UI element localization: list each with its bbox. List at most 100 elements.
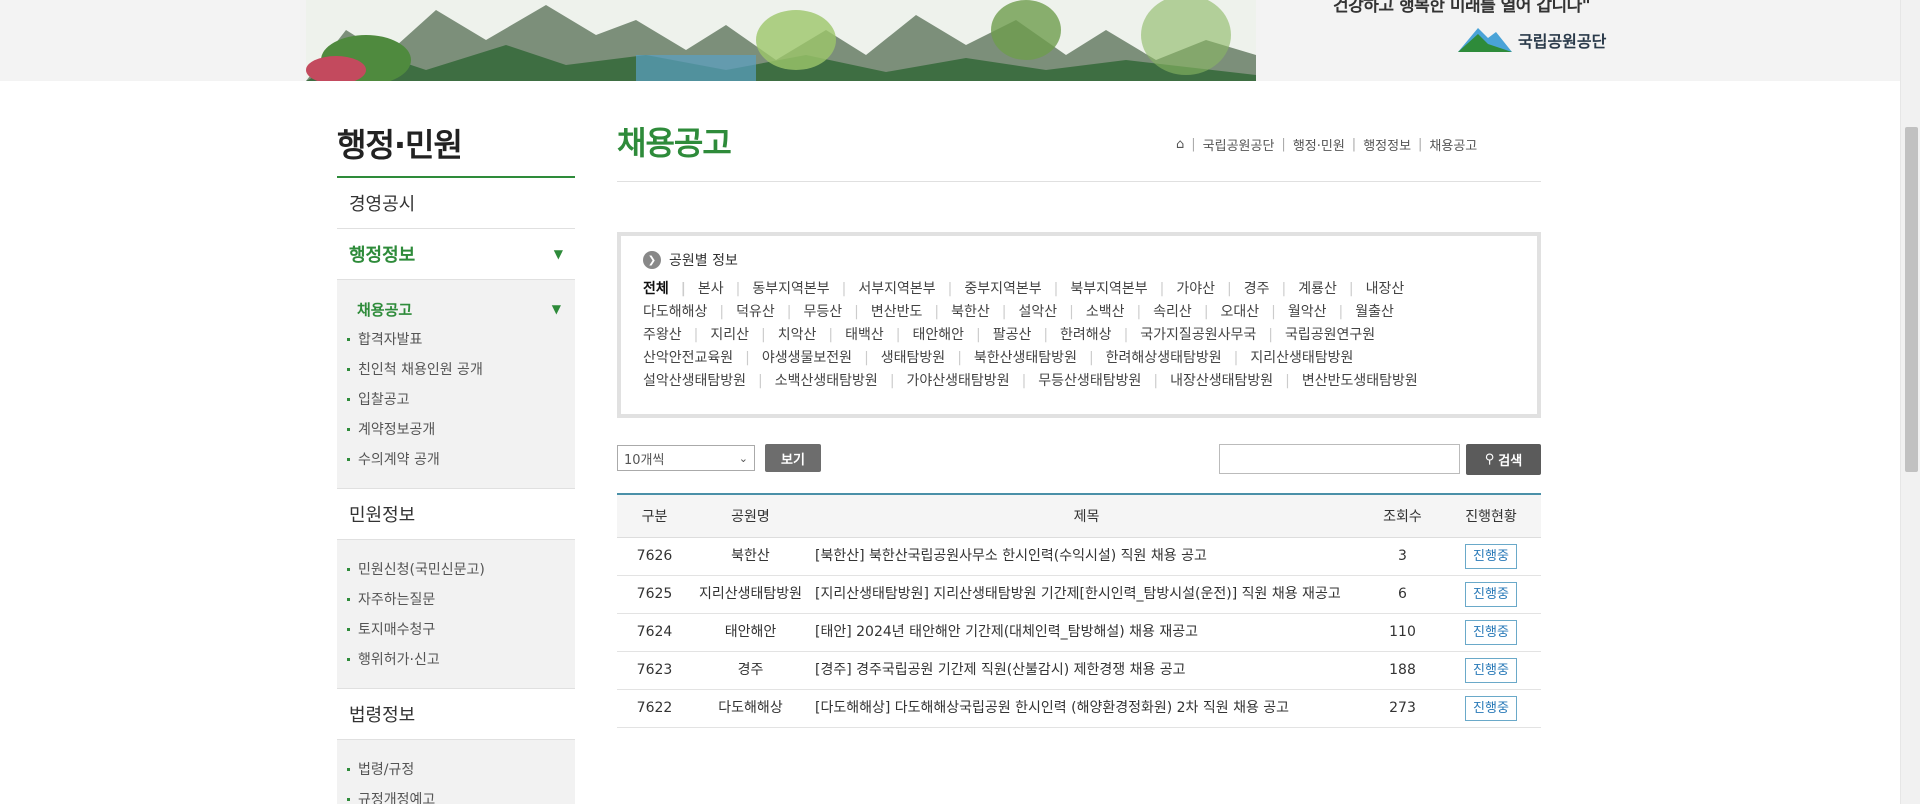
park-filter-item[interactable]: 한려해상: [1060, 324, 1140, 347]
park-filter-item[interactable]: 국가지질공원사무국: [1140, 324, 1285, 347]
sidebar-subitem[interactable]: 합격자발표: [337, 324, 575, 354]
posting-title-link[interactable]: [경주] 경주국립공원 기간제 직원(산불감시) 제한경쟁 채용 공고: [809, 651, 1364, 690]
status-cell: 진행중: [1441, 537, 1541, 576]
sidebar-subitem[interactable]: 입찰공고: [337, 384, 575, 414]
posting-number: 7626: [617, 537, 692, 576]
header-slogan: 건강하고 행복한 미래를 열어 갑니다": [1333, 0, 1591, 16]
park-filter-item[interactable]: 국립공원연구원: [1285, 324, 1375, 347]
sidebar-item-label: 민원정보: [349, 505, 416, 526]
park-filter-item[interactable]: 치악산: [778, 324, 845, 347]
park-filter-item[interactable]: 지리산: [710, 324, 777, 347]
home-icon[interactable]: ⌂: [1176, 137, 1184, 152]
logo[interactable]: 국립공원공단: [1456, 22, 1606, 58]
bullet-icon: [347, 597, 350, 601]
park-filter-item[interactable]: 서부지역본부: [858, 278, 964, 301]
park-filter-item[interactable]: 가야산생태탐방원: [907, 370, 1039, 393]
breadcrumb-item[interactable]: 채용공고: [1429, 135, 1477, 154]
scrollbar-thumb[interactable]: [1905, 127, 1918, 472]
search-icon: ⚲: [1484, 452, 1495, 467]
status-badge: 진행중: [1465, 543, 1517, 569]
park-name: 북한산: [692, 537, 809, 576]
status-cell: 진행중: [1441, 651, 1541, 690]
park-filter-item[interactable]: 오대산: [1221, 301, 1288, 324]
park-filter-item[interactable]: 월악산: [1288, 301, 1355, 324]
sidebar-subitem[interactable]: 자주하는질문: [337, 584, 575, 614]
breadcrumb-item[interactable]: 국립공원공단: [1203, 135, 1275, 154]
sidebar-subitem[interactable]: 민원신청(국민신문고): [337, 554, 575, 584]
breadcrumb-item[interactable]: 행정·민원: [1293, 135, 1345, 154]
park-filter-item[interactable]: 계룡산: [1298, 278, 1365, 301]
sidebar-item-admin[interactable]: 행정정보 ▼: [337, 229, 575, 280]
sidebar-subitem[interactable]: 수의계약 공개: [337, 444, 575, 474]
table-row[interactable]: 7625 지리산생태탐방원 [지리산생태탐방원] 지리산생태탐방원 기간제[한시인력…: [617, 575, 1541, 614]
table-row[interactable]: 7622 다도해해상 [다도해해상] 다도해해상국립공원 한시인력 (해양환경정화원…: [617, 689, 1541, 728]
table-row[interactable]: 7623 경주 [경주] 경주국립공원 기간제 직원(산불감시) 제한경쟁 채용 공…: [617, 651, 1541, 690]
park-filter-item[interactable]: 한려해상생태탐방원: [1106, 347, 1251, 370]
park-filter-item[interactable]: 지리산생태탐방원: [1250, 347, 1353, 370]
park-filter-item[interactable]: 태백산: [845, 324, 912, 347]
sidebar-subitem-label: 민원신청(국민신문고): [358, 562, 485, 578]
sidebar-item-civil[interactable]: 민원정보: [337, 489, 575, 540]
park-filter-item[interactable]: 북부지역본부: [1070, 278, 1176, 301]
sidebar-subitem[interactable]: 행위허가·신고: [337, 644, 575, 674]
park-filter-item[interactable]: 북한산생태탐방원: [974, 347, 1106, 370]
park-filter-item[interactable]: 중부지역본부: [964, 278, 1070, 301]
header-banner-image: [306, 0, 1256, 81]
park-filter-item[interactable]: 야생생물보전원: [762, 347, 881, 370]
park-filter-item[interactable]: 동부지역본부: [752, 278, 858, 301]
posting-title-link[interactable]: [다도해해상] 다도해해상국립공원 한시인력 (해양환경정화원) 2차 직원 채…: [809, 689, 1364, 728]
sidebar: 행정·민원 경영공시 행정정보 ▼ 채용공고 ▼ 합격자발표 친인척 채용인원 …: [337, 120, 575, 804]
table-row[interactable]: 7624 태안해안 [태안] 2024년 태안해안 기간제(대체인력_탐방해설) 채…: [617, 613, 1541, 652]
sidebar-subitem[interactable]: 법령/규정: [337, 754, 575, 784]
park-filter-item[interactable]: 변산반도생태탐방원: [1302, 370, 1418, 393]
status-badge: 진행중: [1465, 619, 1517, 645]
park-filter-item[interactable]: 소백산생태탐방원: [775, 370, 907, 393]
sidebar-subitem-label: 규정개정예고: [358, 792, 436, 804]
park-filter-item[interactable]: 생태탐방원: [881, 347, 974, 370]
table-row[interactable]: 7626 북한산 [북한산] 북한산국립공원사무소 한시인력(수익시설) 직원 채용…: [617, 537, 1541, 576]
park-filter-item[interactable]: 속리산: [1153, 301, 1220, 324]
park-filter-item[interactable]: 주왕산: [643, 324, 710, 347]
park-filter-item[interactable]: 무등산: [803, 301, 870, 324]
breadcrumb-item[interactable]: 행정정보: [1363, 135, 1411, 154]
search-button[interactable]: ⚲ 검색: [1466, 444, 1541, 475]
view-button[interactable]: 보기: [765, 444, 821, 472]
park-filter-item[interactable]: 산악안전교육원: [643, 347, 762, 370]
park-name: 다도해해상: [692, 689, 809, 728]
view-count: 273: [1364, 689, 1441, 728]
sidebar-subitem[interactable]: 계약정보공개: [337, 414, 575, 444]
park-filter-item[interactable]: 소백산: [1086, 301, 1153, 324]
posting-title-link[interactable]: [태안] 2024년 태안해안 기간제(대체인력_탐방해설) 채용 재공고: [809, 613, 1364, 652]
sidebar-subitem[interactable]: 토지매수청구: [337, 614, 575, 644]
park-filter-item[interactable]: 내장산생태탐방원: [1170, 370, 1302, 393]
park-filter-item[interactable]: 가야산: [1176, 278, 1243, 301]
page-size-value: 10개씩: [624, 452, 665, 468]
sidebar-subitem-current[interactable]: 채용공고 ▼: [337, 294, 575, 324]
park-filter-item[interactable]: 팔공산: [993, 324, 1060, 347]
search-input[interactable]: [1219, 444, 1460, 474]
posting-title-link[interactable]: [북한산] 북한산국립공원사무소 한시인력(수익시설) 직원 채용 공고: [809, 537, 1364, 576]
park-filter-item[interactable]: 다도해해상: [643, 301, 736, 324]
park-filter-item[interactable]: 변산반도: [871, 301, 951, 324]
park-filter-item[interactable]: 월출산: [1355, 301, 1394, 324]
sidebar-item-law[interactable]: 법령정보: [337, 689, 575, 740]
sidebar-subitem-label: 채용공고: [357, 300, 413, 319]
park-filter-item[interactable]: 내장산: [1366, 278, 1405, 301]
park-filter-item[interactable]: 태안해안: [912, 324, 992, 347]
park-filter-item[interactable]: 본사: [698, 278, 752, 301]
sidebar-subitem[interactable]: 친인척 채용인원 공개: [337, 354, 575, 384]
sidebar-subitem[interactable]: 규정개정예고: [337, 784, 575, 804]
park-filter-item[interactable]: 덕유산: [736, 301, 803, 324]
posting-number: 7623: [617, 651, 692, 690]
page-size-select[interactable]: 10개씩 ⌄: [617, 445, 755, 471]
park-filter-item[interactable]: 설악산: [1018, 301, 1085, 324]
bullet-icon: [347, 767, 350, 771]
park-filter-item[interactable]: 경주: [1244, 278, 1298, 301]
sidebar-item-management[interactable]: 경영공시: [337, 178, 575, 229]
park-filter-item[interactable]: 설악산생태탐방원: [643, 370, 775, 393]
scrollbar[interactable]: [1900, 0, 1920, 804]
posting-title-link[interactable]: [지리산생태탐방원] 지리산생태탐방원 기간제[한시인력_탐방시설(운전)] 직…: [809, 575, 1364, 614]
park-filter-item[interactable]: 무등산생태탐방원: [1038, 370, 1170, 393]
park-filter-item[interactable]: 전체: [643, 278, 698, 301]
park-filter-item[interactable]: 북한산: [951, 301, 1018, 324]
